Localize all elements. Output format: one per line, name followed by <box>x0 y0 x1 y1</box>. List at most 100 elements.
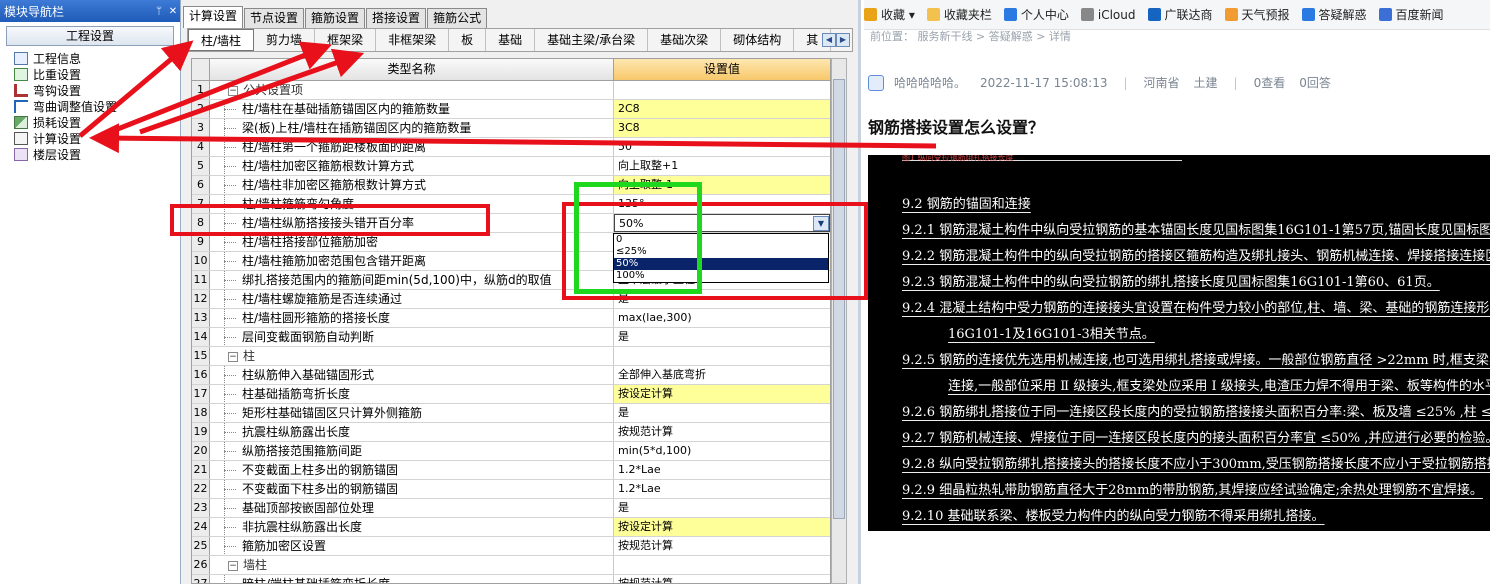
dropdown-option[interactable]: 100% <box>614 270 828 282</box>
setting-value[interactable]: 1.2*Lae <box>614 461 830 479</box>
setting-value[interactable]: 按设定计算 <box>614 385 830 403</box>
setting-value[interactable]: 2C8 <box>614 100 830 118</box>
setting-value[interactable]: 按规范计算 <box>614 537 830 555</box>
table-row[interactable]: 22 不变截面下柱多出的钢筋锚固 1.2*Lae <box>192 480 830 499</box>
table-row[interactable]: 18 矩形柱基础锚固区只计算外侧箍筋 是 <box>192 404 830 423</box>
dropdown-option[interactable]: ≤25% <box>614 246 828 258</box>
table-row[interactable]: 25 箍筋加密区设置 按规范计算 <box>192 537 830 556</box>
tab-frame-beam[interactable]: 框架梁 <box>315 29 377 51</box>
setting-value-editor[interactable]: 50% ▼ <box>614 214 830 232</box>
bookmark-item[interactable]: 收藏夹栏 <box>926 6 992 23</box>
table-row[interactable]: 21 不变截面上柱多出的钢筋锚固 1.2*Lae <box>192 461 830 480</box>
close-icon[interactable]: ✕ <box>166 6 180 17</box>
setting-value[interactable]: 是 <box>614 290 830 308</box>
nav-item-calc[interactable]: 计算设置 <box>14 130 180 146</box>
table-row[interactable]: 6 柱/墙柱非加密区箍筋根数计算方式 向上取整-1 <box>192 176 830 195</box>
tab-slab[interactable]: 板 <box>449 29 487 51</box>
setting-value[interactable]: 按设定计算 <box>614 518 830 536</box>
setting-value[interactable]: 是 <box>614 404 830 422</box>
scrollbar-thumb[interactable] <box>833 79 845 519</box>
table-row[interactable]: 23 基础顶部按嵌固部位处理 是 <box>192 499 830 518</box>
table-row[interactable]: 7 柱/墙柱箍筋弯勾角度 135° <box>192 195 830 214</box>
scroll-left-icon[interactable]: ◀ <box>822 33 836 47</box>
setting-value-text: 按规范计算 <box>618 577 673 584</box>
scroll-right-icon[interactable]: ▶ <box>836 33 850 47</box>
setting-value[interactable]: 向上取整-1 <box>614 176 830 194</box>
setting-value[interactable]: 135° <box>614 195 830 213</box>
table-row[interactable]: 15− 柱 <box>192 347 830 366</box>
cad-text-line: 16G101-1及16G101-3相关节点。 <box>948 327 1155 342</box>
setting-value-text: 全部伸入基底弯折 <box>618 368 706 381</box>
tab-shear-wall[interactable]: 剪力墙 <box>254 29 316 51</box>
nav-item-loss[interactable]: 损耗设置 <box>14 114 180 130</box>
setting-name: 柱/墙柱非加密区箍筋根数计算方式 <box>210 176 614 194</box>
tab-stirrup-settings[interactable]: 箍筋设置 <box>305 8 366 28</box>
table-row[interactable]: 12 柱/墙柱螺旋箍筋是否连续通过 是 <box>192 290 830 309</box>
nav-item-bend[interactable]: 弯曲调整值设置 <box>14 98 180 114</box>
nav-item-list: 工程信息 比重设置 弯钩设置 弯曲调整值设置 损耗设置 计算设置 楼层设置 <box>0 50 180 162</box>
table-row[interactable]: 27 暗柱/端柱基础插筋弯折长度 按规范计算 <box>192 575 830 584</box>
bookmark-item[interactable]: 百度新闻 <box>1378 6 1444 23</box>
setting-value[interactable] <box>614 347 830 365</box>
setting-value[interactable] <box>614 81 830 99</box>
author-name[interactable]: 哈哈哈哈哈。 <box>894 74 966 91</box>
bookmark-item[interactable]: 天气预报 <box>1224 6 1290 23</box>
table-row[interactable]: 24 非抗震柱纵筋露出长度 按设定计算 <box>192 518 830 537</box>
tab-foundation-main-beam[interactable]: 基础主梁/承台梁 <box>535 29 649 51</box>
table-row[interactable]: 16 柱纵筋伸入基础锚固形式 全部伸入基底弯折 <box>192 366 830 385</box>
setting-value[interactable]: 50 <box>614 138 830 156</box>
bookmark-item[interactable]: 答疑解惑 <box>1301 6 1367 23</box>
bookmark-item[interactable]: 广联达商 <box>1147 6 1213 23</box>
table-row[interactable]: 13 柱/墙柱圆形箍筋的搭接长度 max(lae,300) <box>192 309 830 328</box>
table-row[interactable]: 3 梁(板)上柱/墙柱在插筋锚固区内的箍筋数量 3C8 <box>192 119 830 138</box>
dropdown-arrow-icon[interactable]: ▼ <box>813 216 829 231</box>
nav-item-project-info[interactable]: 工程信息 <box>14 50 180 66</box>
bookmark-item[interactable]: iCloud <box>1080 8 1136 22</box>
collapse-icon[interactable]: − <box>228 560 238 571</box>
nav-section-header[interactable]: 工程设置 <box>6 26 174 46</box>
bookmark-item[interactable]: 收藏 ▾ <box>864 6 915 23</box>
column-header-value: 设置值 <box>614 59 830 80</box>
tab-calc-settings[interactable]: 计算设置 <box>183 6 244 28</box>
nav-item-floor[interactable]: 楼层设置 <box>14 146 180 162</box>
setting-value[interactable]: 按规范计算 <box>614 423 830 441</box>
setting-value[interactable]: 3C8 <box>614 119 830 137</box>
setting-value[interactable]: min(5*d,100) <box>614 442 830 460</box>
table-row[interactable]: 5 柱/墙柱加密区箍筋根数计算方式 向上取整+1 <box>192 157 830 176</box>
table-row[interactable]: 8 柱/墙柱纵筋搭接接头错开百分率 50% ▼ <box>192 214 830 233</box>
nav-item-hook[interactable]: 弯钩设置 <box>14 82 180 98</box>
tab-foundation-secondary-beam[interactable]: 基础次梁 <box>648 29 722 51</box>
dropdown-option[interactable]: 50% <box>614 258 828 270</box>
setting-value[interactable]: 全部伸入基底弯折 <box>614 366 830 384</box>
collapse-icon[interactable]: − <box>228 351 238 362</box>
tab-masonry[interactable]: 砌体结构 <box>721 29 795 51</box>
setting-value[interactable]: max(lae,300) <box>614 309 830 327</box>
table-row[interactable]: 1− 公共设置项 <box>192 81 830 100</box>
nav-item-weight[interactable]: 比重设置 <box>14 66 180 82</box>
setting-value[interactable]: 按规范计算 <box>614 575 830 584</box>
tab-lap-settings[interactable]: 搭接设置 <box>366 8 427 28</box>
tab-nonframe-beam[interactable]: 非框架梁 <box>376 29 450 51</box>
grid-scrollbar[interactable] <box>831 58 847 584</box>
table-row[interactable]: 26− 墙柱 <box>192 556 830 575</box>
setting-value[interactable]: 是 <box>614 499 830 517</box>
table-row[interactable]: 14 层间变截面钢筋自动判断 是 <box>192 328 830 347</box>
pin-icon[interactable]: ᛘ <box>152 6 166 17</box>
setting-value[interactable] <box>614 556 830 574</box>
tab-node-settings[interactable]: 节点设置 <box>244 8 305 28</box>
tab-stirrup-formula[interactable]: 箍筋公式 <box>427 8 488 28</box>
table-row[interactable]: 2 柱/墙柱在基础插筋锚固区内的箍筋数量 2C8 <box>192 100 830 119</box>
table-row[interactable]: 20 纵筋搭接范围箍筋间距 min(5*d,100) <box>192 442 830 461</box>
bookmark-item[interactable]: 个人中心 <box>1003 6 1069 23</box>
value-dropdown-list[interactable]: 0 ≤25% 50% 100% <box>613 233 829 283</box>
table-row[interactable]: 17 柱基础插筋弯折长度 按设定计算 <box>192 385 830 404</box>
dropdown-option[interactable]: 0 <box>614 234 828 246</box>
table-row[interactable]: 19 抗震柱纵筋露出长度 按规范计算 <box>192 423 830 442</box>
tab-column[interactable]: 柱/墙柱 <box>188 29 255 51</box>
setting-value[interactable]: 1.2*Lae <box>614 480 830 498</box>
setting-value[interactable]: 向上取整+1 <box>614 157 830 175</box>
collapse-icon[interactable]: − <box>228 85 238 96</box>
tab-foundation[interactable]: 基础 <box>486 29 536 51</box>
table-row[interactable]: 4 柱/墙柱第一个箍筋距楼板面的距离 50 <box>192 138 830 157</box>
setting-value[interactable]: 是 <box>614 328 830 346</box>
